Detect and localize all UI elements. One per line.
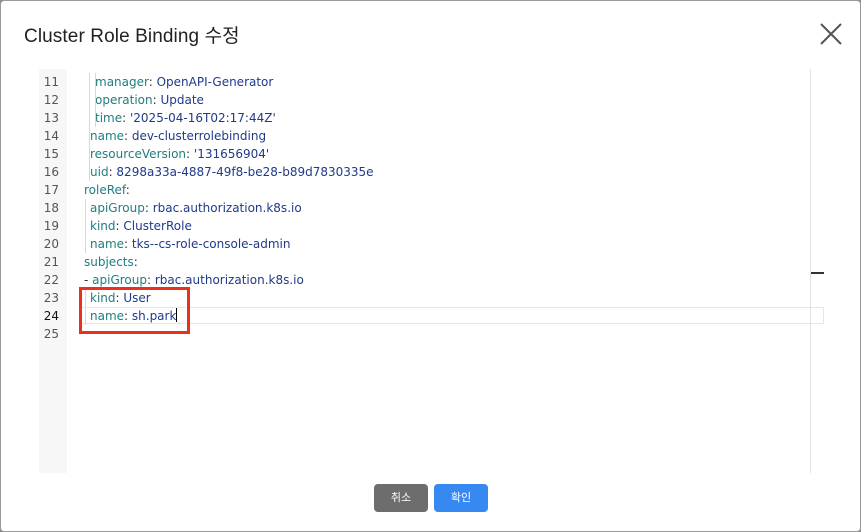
yaml-key: apiGroup [90, 201, 145, 215]
yaml-value: ClusterRole [123, 219, 192, 233]
yaml-value: '2025-04-16T02:17:44Z' [129, 111, 276, 125]
line-number: 18 [43, 201, 59, 215]
indent-guide [89, 73, 90, 181]
code-line[interactable]: 18 apiGroup: rbac.authorization.k8s.io [39, 199, 825, 217]
code-text: kind: ClusterRole [90, 219, 192, 233]
line-number: 23 [43, 291, 59, 305]
code-line[interactable]: 20 name: tks--cs-role-console-admin [39, 235, 825, 253]
dialog-title: Cluster Role Binding 수정 [24, 26, 240, 47]
yaml-key: roleRef [84, 183, 126, 197]
code-text: uid: 8298a33a-4887-49f8-be28-b89d7830335… [90, 165, 374, 179]
line-number: 16 [43, 165, 59, 179]
code-line[interactable]: 15 resourceVersion: '131656904' [39, 145, 825, 163]
code-line[interactable]: 11 manager: OpenAPI-Generator [39, 73, 825, 91]
yaml-key: operation [95, 93, 153, 107]
code-line[interactable]: 14 name: dev-clusterrolebinding [39, 127, 825, 145]
code-line[interactable]: 19 kind: ClusterRole [39, 217, 825, 235]
yaml-key: kind [90, 219, 116, 233]
line-number: 21 [43, 255, 59, 269]
indent-guide [85, 199, 86, 253]
code-line[interactable]: 12 operation: Update [39, 91, 825, 109]
code-text: resourceVersion: '131656904' [90, 147, 270, 161]
yaml-key: manager [95, 75, 149, 89]
annotation-highlight-box [79, 287, 190, 334]
code-line[interactable]: 21 subjects: [39, 253, 825, 271]
line-number: 20 [43, 237, 59, 251]
line-number: 25 [43, 327, 59, 341]
line-number: 11 [43, 75, 59, 89]
line-number: 13 [43, 111, 59, 125]
yaml-value: dev-clusterrolebinding [131, 129, 267, 143]
code-text: apiGroup: rbac.authorization.k8s.io [90, 201, 302, 215]
line-number: 15 [43, 147, 59, 161]
confirm-button[interactable]: 확인 [434, 484, 488, 512]
code-text: time: '2025-04-16T02:17:44Z' [95, 111, 276, 125]
yaml-key: name [90, 129, 125, 143]
code-line[interactable]: 13 time: '2025-04-16T02:17:44Z' [39, 109, 825, 127]
line-number: 14 [43, 129, 59, 143]
line-number: 19 [43, 219, 59, 233]
code-line[interactable]: 16 uid: 8298a33a-4887-49f8-be28-b89d78303… [39, 163, 825, 181]
line-number: 12 [43, 93, 59, 107]
yaml-key: subjects [84, 255, 134, 269]
line-number: 22 [43, 273, 59, 287]
code-line[interactable]: 17 roleRef: [39, 181, 825, 199]
close-icon[interactable] [817, 20, 845, 48]
edit-dialog: Cluster Role Binding 수정 11 manager: OpenA… [0, 0, 861, 532]
yaml-value: rbac.authorization.k8s.io [152, 201, 302, 215]
yaml-value: '131656904' [193, 147, 270, 161]
yaml-value: OpenAPI-Generator [156, 75, 274, 89]
yaml-editor[interactable]: 11 manager: OpenAPI-Generator 12 operation:… [39, 69, 825, 473]
yaml-key: uid [90, 165, 109, 179]
yaml-key: resourceVersion [90, 147, 187, 161]
code-text: name: dev-clusterrolebinding [90, 129, 267, 143]
yaml-value: 8298a33a-4887-49f8-be28-b89d7830335e [116, 165, 374, 179]
line-number: 24 [43, 309, 59, 323]
indent-guide [95, 73, 96, 127]
yaml-value: Update [160, 93, 204, 107]
code-text: subjects: [84, 255, 138, 269]
cancel-button[interactable]: 취소 [374, 484, 428, 512]
line-number: 17 [43, 183, 59, 197]
code-text: roleRef: [84, 183, 130, 197]
yaml-key: name [90, 237, 125, 251]
yaml-value: rbac.authorization.k8s.io [154, 273, 304, 287]
yaml-value: tks--cs-role-console-admin [131, 237, 291, 251]
yaml-key: time [95, 111, 123, 125]
code-text: manager: OpenAPI-Generator [95, 75, 274, 89]
code-text: name: tks--cs-role-console-admin [90, 237, 291, 251]
code-text: operation: Update [95, 93, 204, 107]
yaml-key: apiGroup [92, 273, 147, 287]
